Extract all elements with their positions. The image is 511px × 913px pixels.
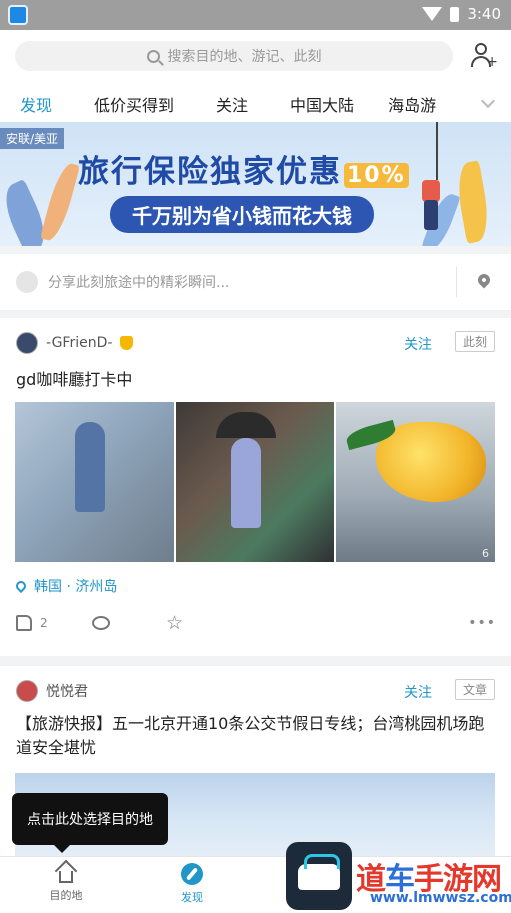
post-title[interactable]: 【旅游快报】五一北京开通10条公交节假日专线；台湾桃园机场跑道安全堪忧 — [16, 712, 496, 760]
app-notification-icon — [8, 5, 28, 25]
post-photo[interactable] — [175, 402, 335, 562]
feed-post[interactable]: -GFrienD- 关注 此刻 gd咖啡廳打卡中 6 韩国 · 济州岛 2 ☆ … — [0, 318, 511, 656]
share-placeholder: 分享此刻旅途中的精彩瞬间... — [48, 275, 230, 291]
thumbs-up-icon[interactable] — [16, 615, 32, 631]
search-placeholder: 搜索目的地、游记、此刻 — [167, 49, 322, 65]
share-moment-box[interactable]: 分享此刻旅途中的精彩瞬间... — [0, 254, 511, 310]
star-icon[interactable]: ☆ — [166, 614, 183, 633]
chevron-down-icon[interactable] — [480, 93, 496, 109]
location-label[interactable]: 韩国 · 济州岛 — [34, 576, 117, 596]
post-location[interactable]: 韩国 · 济州岛 — [13, 576, 117, 596]
compass-icon — [181, 863, 203, 885]
location-pin-icon[interactable] — [475, 271, 493, 289]
location-icon — [13, 578, 29, 594]
post-title[interactable]: gd咖啡廳打卡中 — [16, 366, 132, 390]
tab-low-price[interactable]: 低价买得到 — [94, 92, 174, 116]
post-type-badge: 文章 — [454, 679, 495, 700]
plus-icon: + — [486, 54, 498, 70]
tab-mainland-china[interactable]: 中国大陆 — [290, 92, 354, 116]
search-bar[interactable]: 搜索目的地、游记、此刻 — [15, 41, 453, 71]
climber-illustration — [418, 122, 444, 230]
nav-destination-label: 目的地 — [49, 889, 83, 902]
watermark-url: www.lmwwsz.com — [370, 890, 511, 906]
discount-badge: 10% — [344, 163, 409, 188]
nav-destination[interactable]: 目的地 — [26, 859, 106, 903]
nav-discover[interactable]: 发现 — [152, 863, 232, 905]
more-icon[interactable]: ••• — [468, 615, 496, 631]
post-author[interactable]: 悦悦君 — [16, 680, 88, 702]
banner-subtitle: 千万别为省小钱而花大钱 — [110, 196, 374, 233]
post-author[interactable]: -GFrienD- — [16, 332, 134, 354]
tab-island-travel[interactable]: 海岛游 — [388, 92, 436, 116]
category-tabs: 发现 低价买得到 关注 中国大陆 海岛游 — [0, 84, 511, 130]
banner-title: 旅行保险独家优惠 10% — [78, 146, 409, 191]
photo-count: 6 — [482, 547, 490, 560]
status-bar: 3:40 — [0, 0, 511, 30]
tab-following[interactable]: 关注 — [216, 92, 248, 116]
like-count: 2 — [40, 616, 48, 630]
photo-grid: 6 — [15, 402, 496, 562]
status-indicators: 3:40 — [422, 5, 501, 23]
post-type-badge: 此刻 — [454, 331, 495, 352]
status-time: 3:40 — [467, 5, 501, 23]
author-name[interactable]: -GFrienD- — [46, 335, 112, 351]
post-photo[interactable] — [15, 402, 174, 562]
author-name[interactable]: 悦悦君 — [46, 681, 88, 701]
nav-discover-label: 发现 — [181, 891, 203, 904]
home-icon — [54, 859, 78, 883]
battery-icon — [450, 6, 460, 22]
user-avatar-icon — [16, 271, 38, 293]
medal-icon — [120, 336, 134, 350]
site-watermark: 道车手游网 www.lmwwsz.com — [286, 842, 511, 913]
header: 搜索目的地、游记、此刻 + 发现 低价买得到 关注 中国大陆 海岛游 — [0, 30, 511, 130]
avatar[interactable] — [16, 680, 38, 702]
post-actions: 2 ☆ ••• — [16, 612, 496, 634]
banner-tag: 安联/美亚 — [0, 128, 65, 149]
destination-tooltip[interactable]: 点击此处选择目的地 — [12, 793, 168, 853]
post-photo[interactable]: 6 — [336, 402, 496, 562]
wifi-icon — [422, 7, 443, 21]
person-icon — [475, 43, 487, 55]
watermark-logo — [286, 842, 352, 910]
add-user-button[interactable]: + — [471, 43, 498, 70]
follow-button[interactable]: 关注 — [404, 682, 432, 702]
comment-icon[interactable] — [92, 616, 110, 630]
follow-button[interactable]: 关注 — [404, 334, 432, 354]
promo-banner[interactable]: 安联/美亚 旅行保险独家优惠 10% 千万别为省小钱而花大钱 — [0, 122, 511, 246]
search-icon — [146, 49, 160, 63]
car-icon — [298, 854, 340, 890]
avatar[interactable] — [16, 332, 38, 354]
tab-discover[interactable]: 发现 — [17, 92, 55, 130]
